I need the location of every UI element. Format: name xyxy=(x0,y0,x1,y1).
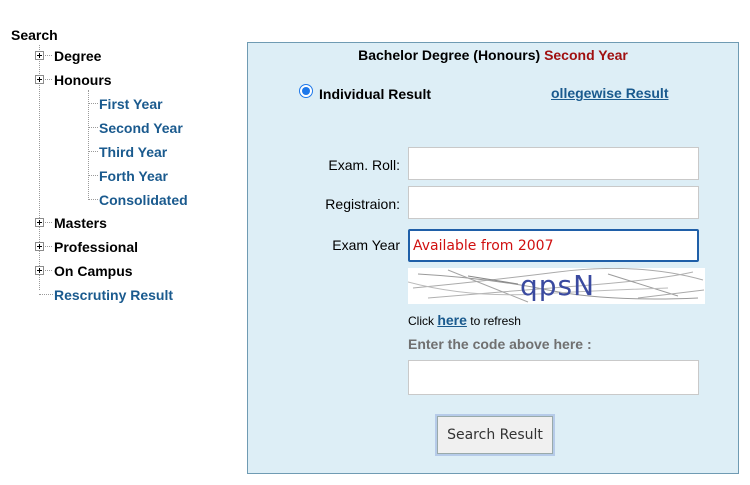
tree-connector xyxy=(45,222,52,223)
expand-icon[interactable] xyxy=(35,242,44,251)
exam-year-input[interactable] xyxy=(408,229,699,262)
individual-result-radio[interactable] xyxy=(299,84,313,98)
tree-item-professional[interactable]: Professional xyxy=(54,238,138,256)
tree-item-honours[interactable]: Honours xyxy=(54,71,112,89)
exam-roll-input[interactable] xyxy=(408,147,699,180)
refresh-line: Click here to refresh xyxy=(408,312,521,328)
individual-result-label[interactable]: Individual Result xyxy=(319,86,431,102)
tree-connector xyxy=(88,90,89,200)
tree-connector xyxy=(45,55,52,56)
tree-connector xyxy=(39,294,53,295)
tree-connector xyxy=(45,79,52,80)
tree-connector xyxy=(88,175,98,176)
exam-year-label: Exam Year xyxy=(332,237,400,253)
tree-item-consolidated[interactable]: Consolidated xyxy=(99,191,188,209)
captcha-code-input[interactable] xyxy=(408,360,699,395)
registration-label: Registraion: xyxy=(325,196,400,212)
collegewise-result-link[interactable]: ollegewise Result xyxy=(551,85,668,101)
refresh-prefix: Click xyxy=(408,314,434,328)
refresh-suffix: to refresh xyxy=(470,314,521,328)
result-search-panel: Bachelor Degree (Honours) Second Year In… xyxy=(247,42,739,474)
tree-connector xyxy=(88,199,98,200)
tree-root-search: Search xyxy=(11,27,58,43)
search-result-button[interactable]: Search Result xyxy=(437,416,553,454)
panel-title-year: Second Year xyxy=(544,47,628,63)
captcha-text: qpsN xyxy=(520,269,596,302)
expand-icon[interactable] xyxy=(35,218,44,227)
panel-title: Bachelor Degree (Honours) Second Year xyxy=(248,47,738,63)
tree-item-forth-year[interactable]: Forth Year xyxy=(99,167,168,185)
expand-icon[interactable] xyxy=(35,266,44,275)
registration-input[interactable] xyxy=(408,186,699,219)
refresh-captcha-link[interactable]: here xyxy=(437,312,467,328)
tree-connector xyxy=(45,246,52,247)
tree-item-degree[interactable]: Degree xyxy=(54,47,101,65)
captcha-code-label: Enter the code above here : xyxy=(408,336,592,352)
tree-item-second-year[interactable]: Second Year xyxy=(99,119,183,137)
tree-item-masters[interactable]: Masters xyxy=(54,214,107,232)
tree-item-third-year[interactable]: Third Year xyxy=(99,143,167,161)
tree-connector xyxy=(88,127,98,128)
tree-item-on-campus[interactable]: On Campus xyxy=(54,262,133,280)
tree-connector xyxy=(88,103,98,104)
tree-connector xyxy=(45,270,52,271)
captcha-image: qpsN xyxy=(408,268,705,304)
exam-roll-label: Exam. Roll: xyxy=(328,157,400,173)
tree-item-rescrutiny-result[interactable]: Rescrutiny Result xyxy=(54,286,173,304)
panel-title-main: Bachelor Degree (Honours) xyxy=(358,47,541,63)
tree-connector xyxy=(88,151,98,152)
tree-item-first-year[interactable]: First Year xyxy=(99,95,163,113)
expand-icon[interactable] xyxy=(35,51,44,60)
expand-icon[interactable] xyxy=(35,75,44,84)
